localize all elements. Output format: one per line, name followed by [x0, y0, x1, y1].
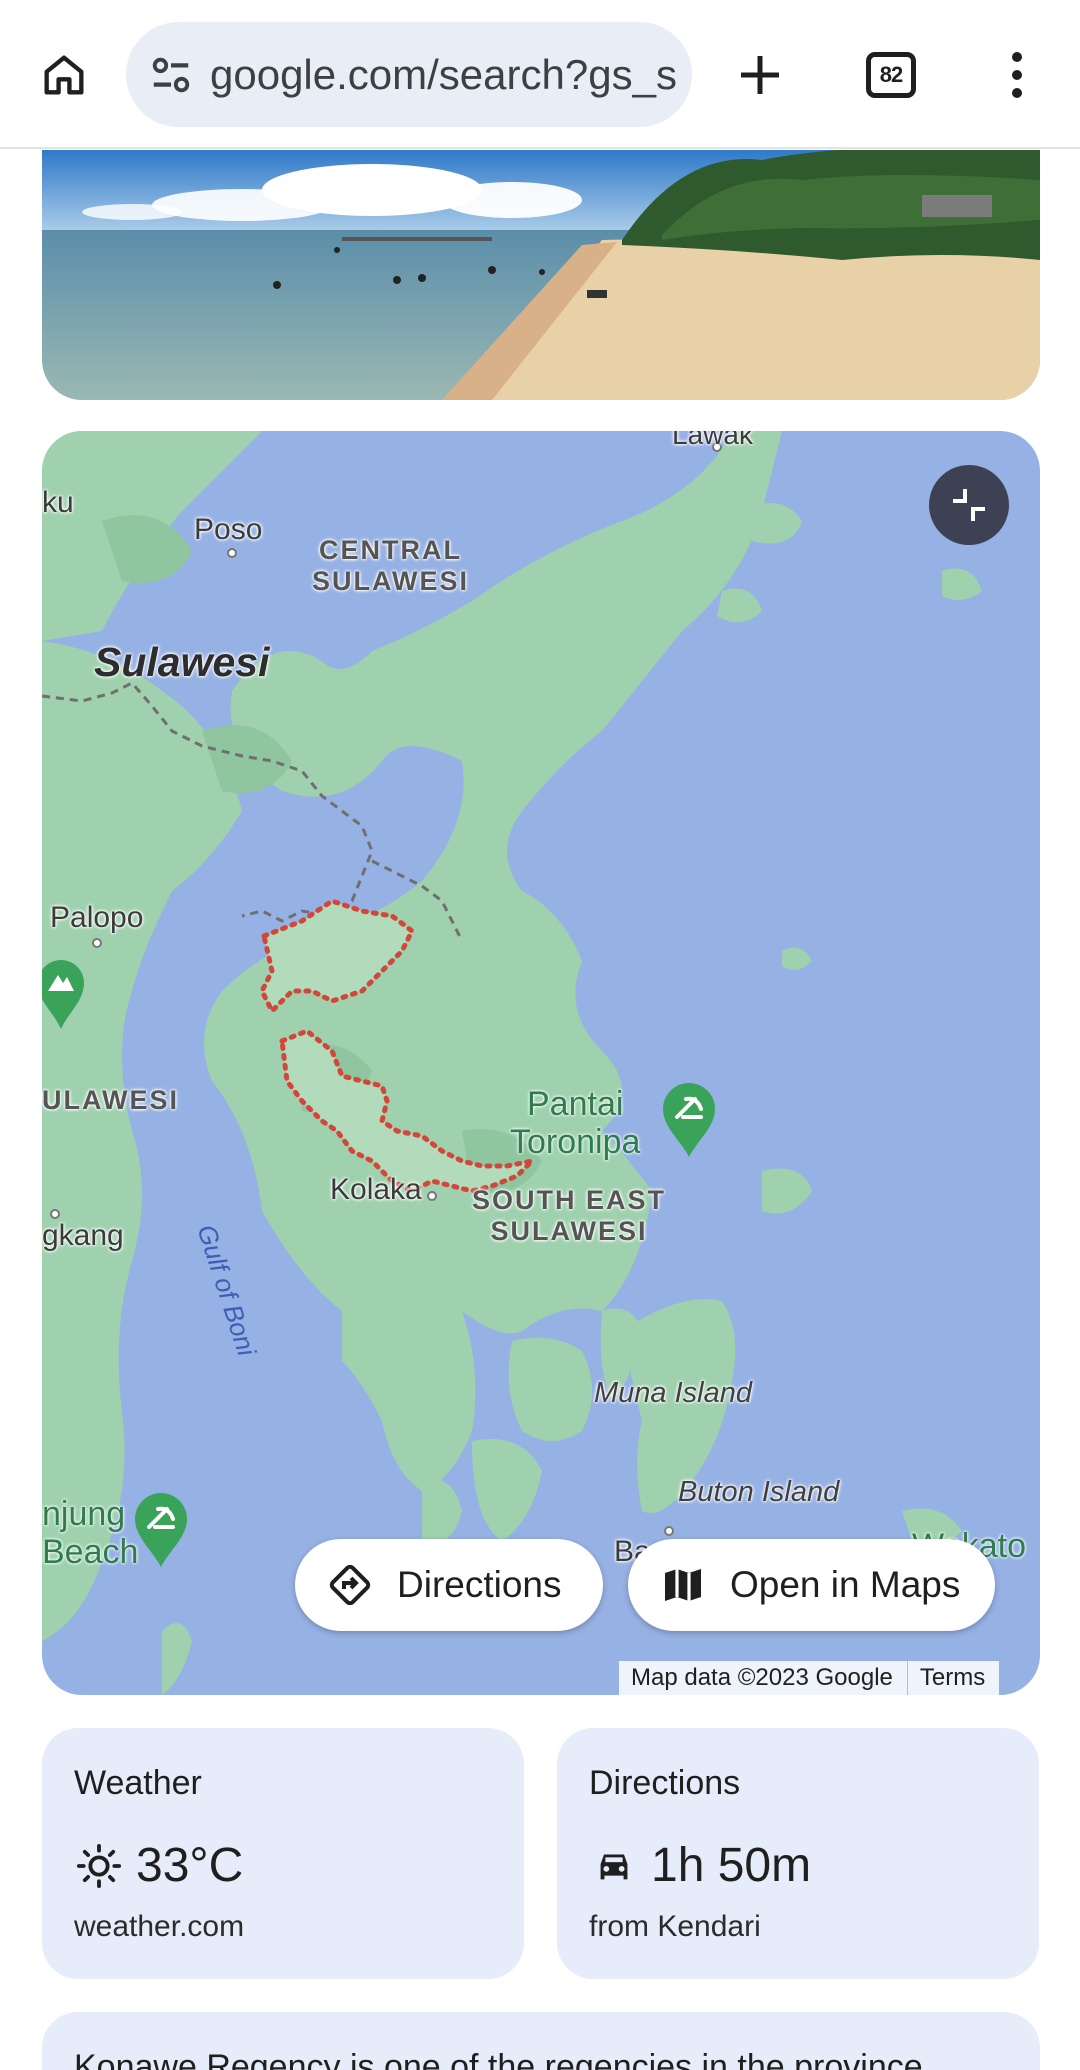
weather-value-row: 33°C: [74, 1838, 243, 1893]
map-label-buton-island: Buton Island: [678, 1476, 840, 1508]
temperature-value: 33°C: [136, 1839, 244, 1892]
tab-switcher-button[interactable]: 82: [866, 52, 916, 98]
map-label-ku: ku: [42, 486, 74, 519]
map-label-muna-island: Muna Island: [594, 1377, 752, 1409]
travel-time-value: 1h 50m: [651, 1839, 812, 1892]
collapse-map-button[interactable]: [929, 465, 1009, 545]
address-bar[interactable]: google.com/search?gs_s: [126, 22, 692, 127]
directions-button[interactable]: Directions: [295, 1539, 603, 1631]
city-dot: [664, 1526, 674, 1536]
directions-value-row: 1h 50m: [589, 1838, 811, 1893]
directions-title: Directions: [589, 1764, 741, 1802]
browser-toolbar: google.com/search?gs_s 82: [0, 0, 1080, 149]
weather-source: weather.com: [74, 1910, 245, 1943]
city-dot: [427, 1191, 437, 1201]
map-terrain: [42, 431, 982, 1695]
beach-pin-icon[interactable]: [133, 1491, 189, 1574]
beach-pin-icon[interactable]: [661, 1081, 717, 1164]
map-label-gkang: gkang: [42, 1219, 124, 1252]
sun-icon: [74, 1841, 124, 1891]
map-icon: [658, 1560, 708, 1610]
url-text[interactable]: google.com/search?gs_s: [210, 50, 676, 100]
more-vert-icon[interactable]: [996, 44, 1038, 106]
map-label-sulawesi: Sulawesi: [94, 639, 270, 685]
directions-card[interactable]: Directions 1h 50m from Kendari: [557, 1728, 1039, 1979]
city-dot: [92, 938, 102, 948]
map-label-palopo: Palopo: [50, 901, 144, 934]
map-label-central-sulawesi: CENTRAL SULAWESI: [312, 535, 470, 596]
open-in-maps-button[interactable]: Open in Maps: [628, 1539, 995, 1631]
collapse-icon: [953, 489, 985, 521]
beach-photo[interactable]: [42, 150, 1040, 400]
weather-title: Weather: [74, 1764, 202, 1802]
city-dot: [227, 548, 237, 558]
description-card: Konawe Regency is one of the regencies i…: [42, 2012, 1040, 2070]
directions-icon: [325, 1560, 375, 1610]
map-attribution: Map data ©2023 Google Terms: [619, 1661, 1000, 1695]
map-label-ulawesi: ULAWESI: [42, 1085, 180, 1115]
map-data-text: Map data ©2023 Google: [631, 1664, 893, 1691]
weather-card[interactable]: Weather 33°C weather.com: [42, 1728, 524, 1979]
park-pin-icon[interactable]: [42, 957, 86, 1036]
directions-origin: from Kendari: [589, 1910, 761, 1943]
terms-link[interactable]: Terms: [908, 1664, 999, 1692]
map-label-tanjung-beach[interactable]: njung Beach: [42, 1495, 138, 1571]
open-in-maps-label: Open in Maps: [730, 1564, 961, 1605]
map-label-lawak: Lawak: [672, 431, 753, 450]
map-label-south-east-sulawesi: SOUTH EAST SULAWESI: [472, 1185, 667, 1246]
description-text: Konawe Regency is one of the regencies i…: [74, 2048, 923, 2070]
tune-icon[interactable]: [148, 52, 194, 98]
map-label-kolaka: Kolaka: [330, 1173, 422, 1206]
plus-icon[interactable]: [732, 42, 788, 108]
map-view[interactable]: Lawak ku Poso CENTRAL SULAWESI Sulawesi …: [42, 431, 1040, 1695]
map-label-pantai-toronipa[interactable]: Pantai Toronipa: [510, 1085, 640, 1161]
car-icon: [589, 1841, 639, 1891]
directions-label: Directions: [397, 1564, 562, 1605]
map-label-poso: Poso: [194, 513, 263, 546]
city-dot: [50, 1209, 60, 1219]
home-icon[interactable]: [28, 44, 100, 106]
